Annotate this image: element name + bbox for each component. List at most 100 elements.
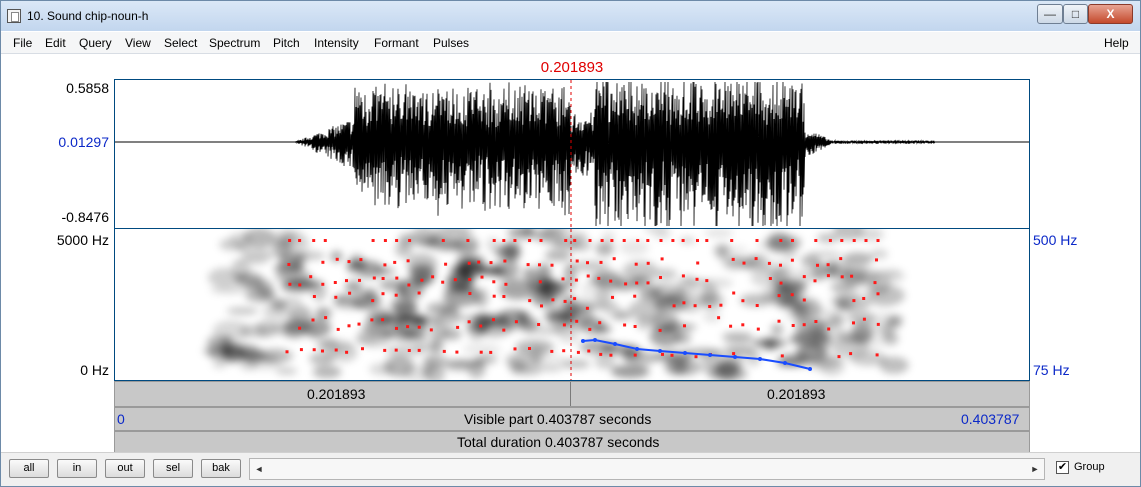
segment-bar[interactable]: 0.201893 0.201893	[114, 381, 1030, 407]
group-checkbox[interactable]: ✔	[1056, 461, 1069, 474]
sound-window-icon	[7, 9, 21, 23]
formant-point	[467, 261, 471, 265]
formant-point	[802, 298, 806, 302]
sound-editor-area[interactable]: 0.201893 0.5858 0.01297 -0.8476 5000 Hz …	[1, 54, 1140, 453]
pitch-point	[758, 357, 762, 361]
spectrogram-energy-blob	[842, 252, 874, 266]
menu-intensity[interactable]: Intensity	[314, 36, 359, 50]
menu-file[interactable]: File	[13, 36, 32, 50]
formant-point	[561, 277, 565, 281]
formant-point	[492, 239, 496, 242]
scroll-right-arrow-icon[interactable]: ►	[1027, 460, 1043, 478]
zoom-in-button[interactable]: in	[57, 459, 97, 478]
spectrogram-energy-blob	[497, 308, 528, 325]
formant-point	[298, 239, 302, 242]
spectrogram-energy-blob	[595, 241, 614, 256]
spectrogram-plot	[202, 229, 909, 380]
zoom-out-button[interactable]: out	[105, 459, 145, 478]
menu-pulses[interactable]: Pulses	[433, 36, 469, 50]
formant-point	[732, 352, 736, 356]
formant-point	[393, 260, 397, 264]
formant-point	[395, 276, 399, 280]
pitch-ymax-label: 500 Hz	[1033, 232, 1078, 248]
zoom-back-button[interactable]: bak	[201, 459, 241, 478]
menu-view[interactable]: View	[125, 36, 151, 50]
formant-point	[503, 259, 507, 263]
formant-point	[623, 323, 627, 327]
menu-formant[interactable]: Formant	[374, 36, 419, 50]
spectrogram-energy-blob	[816, 233, 839, 243]
spectrogram-energy-blob	[379, 279, 410, 291]
maximize-button[interactable]: □	[1063, 4, 1088, 24]
pitch-point	[581, 339, 585, 343]
pitch-ymin-label: 75 Hz	[1033, 362, 1070, 378]
formant-point	[646, 261, 650, 265]
menu-edit[interactable]: Edit	[45, 36, 66, 50]
close-button[interactable]: X	[1088, 4, 1133, 24]
formant-point	[406, 259, 410, 263]
zoom-selection-button[interactable]: sel	[153, 459, 193, 478]
formant-point	[575, 319, 579, 323]
formant-point	[453, 278, 457, 282]
formant-point	[492, 280, 496, 284]
spectrogram-energy-blob	[219, 238, 244, 251]
formant-point	[837, 355, 841, 359]
segment-left-duration[interactable]: 0.201893	[307, 386, 365, 402]
formant-point	[693, 304, 697, 308]
spectrogram-energy-blob	[454, 234, 479, 256]
spectrogram-energy-blob	[672, 358, 701, 376]
spectrogram-energy-blob	[240, 250, 275, 261]
minimize-button[interactable]: —	[1037, 4, 1063, 24]
formant-point	[372, 276, 376, 280]
menu-select[interactable]: Select	[164, 36, 197, 50]
formant-point	[468, 292, 472, 295]
formant-point	[609, 279, 613, 283]
spectrogram-energy-blob	[308, 330, 321, 339]
formant-point	[370, 318, 374, 322]
scroll-left-arrow-icon[interactable]: ◄	[251, 460, 267, 478]
spectrogram-energy-blob	[406, 253, 438, 276]
pitch-point	[683, 351, 687, 355]
formant-point	[609, 353, 613, 357]
spectrogram-energy-blob	[442, 328, 462, 341]
segment-right-duration[interactable]: 0.201893	[767, 386, 825, 402]
formant-point	[682, 301, 686, 305]
pitch-point	[733, 355, 737, 359]
zoom-all-button[interactable]: all	[9, 459, 49, 478]
visible-part-bar[interactable]: 0 Visible part 0.403787 seconds 0.403787	[114, 407, 1030, 431]
formant-point	[321, 282, 325, 286]
formant-point	[731, 257, 735, 261]
formant-point	[661, 352, 664, 356]
formant-point	[477, 260, 481, 264]
menu-pitch[interactable]: Pitch	[273, 36, 300, 50]
waveform-panel[interactable]	[114, 79, 1030, 229]
formant-point	[624, 282, 628, 286]
formant-point	[312, 295, 316, 298]
total-duration-bar[interactable]: Total duration 0.403787 seconds	[114, 431, 1030, 453]
formant-point	[479, 324, 483, 328]
spectrogram-panel[interactable]	[114, 229, 1030, 381]
formant-point	[850, 274, 854, 278]
formant-point	[298, 326, 302, 330]
formant-point	[502, 239, 506, 242]
formant-point	[573, 239, 577, 242]
formant-point	[321, 260, 325, 264]
formant-point	[502, 328, 506, 332]
horizontal-scrollbar[interactable]: ◄ ►	[249, 458, 1045, 480]
menu-help[interactable]: Help	[1104, 36, 1129, 50]
formant-point	[537, 323, 541, 326]
formant-point	[441, 280, 445, 284]
menu-query[interactable]: Query	[79, 36, 112, 50]
spectrogram-energy-blob	[794, 317, 827, 337]
spectrogram-energy	[202, 229, 909, 380]
formant-point	[455, 350, 459, 354]
formant-point	[489, 261, 493, 265]
formant-point	[599, 260, 603, 264]
formant-point	[816, 263, 819, 267]
menu-spectrum[interactable]: Spectrum	[209, 36, 260, 50]
waveform-plot	[115, 80, 1029, 228]
spectrogram-energy-blob	[438, 360, 453, 369]
spectrogram-energy-blob	[543, 311, 582, 321]
formant-point	[480, 275, 484, 279]
spectrogram-energy-blob	[207, 268, 246, 287]
